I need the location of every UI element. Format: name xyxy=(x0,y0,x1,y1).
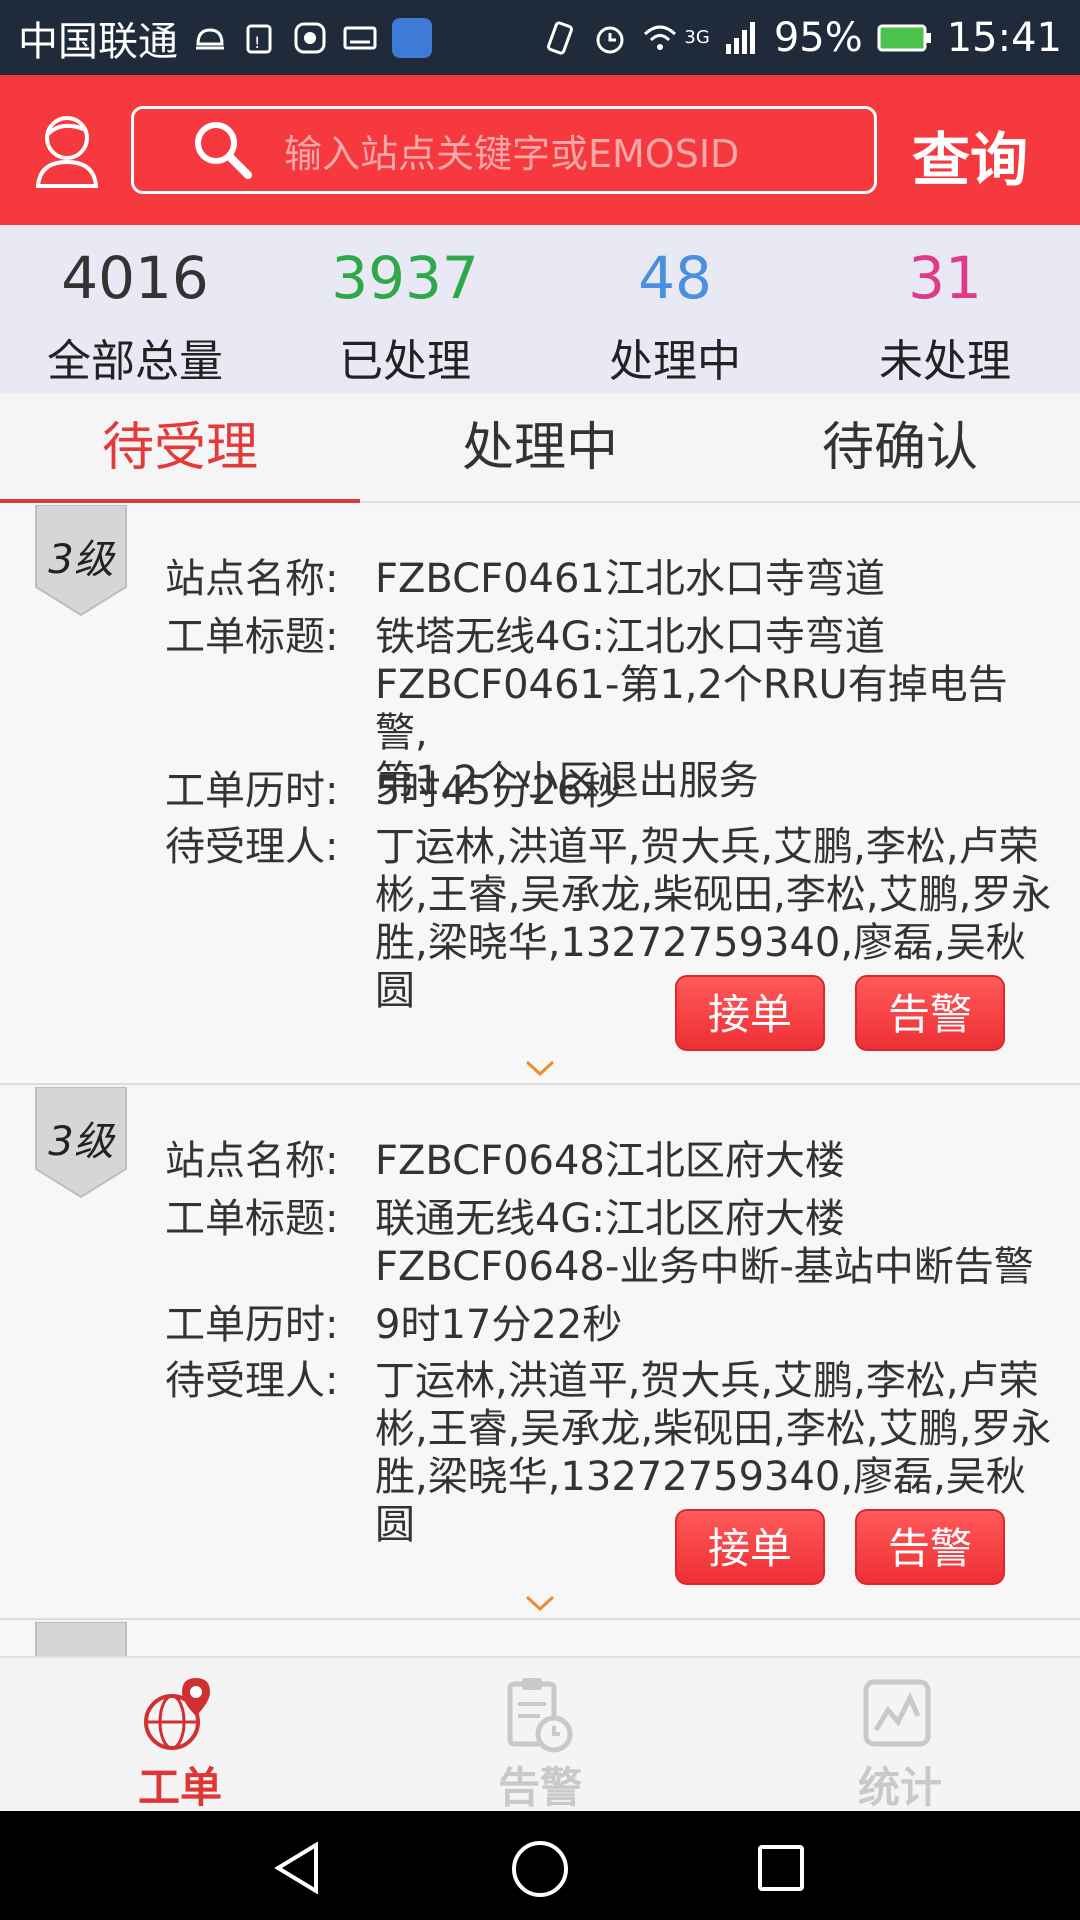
site-key: 站点名称: xyxy=(165,1138,339,1184)
duration-key: 工单历时: xyxy=(165,768,339,814)
tab-bar: 待受理 处理中 待确认 xyxy=(0,393,1080,503)
globe-location-icon xyxy=(144,1678,210,1750)
site-row: 站点名称: FZBCF0461江北水口寺弯道 xyxy=(165,555,1065,603)
stat-processing[interactable]: 48 处理中 xyxy=(540,225,810,393)
duration-key: 工单历时: xyxy=(165,1302,339,1348)
level-badge: 3级 xyxy=(34,1087,128,1199)
nav-label: 告警 xyxy=(497,1763,582,1812)
duration-value: 9时17分22秒 xyxy=(375,1302,623,1348)
work-order-card[interactable]: 3级 xyxy=(0,1622,1080,1657)
stats-summary: 4016 全部总量 3937 已处理 48 处理中 31 未处理 xyxy=(0,225,1080,393)
level-badge: 3级 xyxy=(34,505,128,617)
signal-icon xyxy=(725,21,755,54)
battery-percent: 95% xyxy=(773,14,863,61)
tab-pending-confirm[interactable]: 待确认 xyxy=(720,393,1080,501)
android-icon xyxy=(196,27,224,49)
nav-alarms[interactable]: 告警 xyxy=(360,1658,720,1812)
query-button[interactable]: 查询 xyxy=(912,113,1028,197)
title-line: 铁塔无线4G:江北水口寺弯道 xyxy=(375,614,885,660)
search-icon xyxy=(195,122,252,179)
nav-label: 统计 xyxy=(857,1763,942,1812)
duration-row: 工单历时: 9时17分22秒 xyxy=(165,1301,1065,1349)
wifi-icon xyxy=(644,25,677,50)
huawei-icon xyxy=(294,22,326,53)
site-key: 站点名称: xyxy=(165,556,339,602)
assignee-key: 待受理人: xyxy=(165,824,339,870)
tab-pending-accept[interactable]: 待受理 xyxy=(0,393,360,503)
site-row: 站点名称: FZBCF0648江北区府大楼 xyxy=(165,1137,1065,1185)
title-row: 工单标题: 联通无线4G:江北区府大楼 FZBCF0648-业务中断-基站中断告… xyxy=(165,1195,1065,1291)
status-bar: 中国联通 ! 3G 95% 15:41 xyxy=(0,0,1080,75)
assignee-key: 待受理人: xyxy=(165,1358,339,1404)
app-header: 输入站点关键字或EMOSID 查询 xyxy=(0,75,1080,225)
title-key: 工单标题: xyxy=(165,1196,339,1242)
stat-label: 未处理 xyxy=(879,336,1011,387)
title-line: FZBCF0461-第1,2个RRU有掉电告警, xyxy=(375,662,1008,756)
warning-icon: ! xyxy=(246,24,272,53)
work-order-card[interactable]: 3级 站点名称: FZBCF0461江北水口寺弯道 工单标题: 铁塔无线4G:江… xyxy=(0,505,1080,1085)
nav-work-orders[interactable]: 工单 xyxy=(0,1658,360,1812)
clipboard-clock-icon xyxy=(507,1678,573,1753)
site-value: FZBCF0648江北区府大楼 xyxy=(375,1138,845,1184)
chart-icon xyxy=(863,1679,931,1747)
alarm-button[interactable]: 告警 xyxy=(855,975,1005,1051)
stat-value: 48 xyxy=(638,244,712,312)
system-nav-bar xyxy=(0,1811,1080,1920)
assignee-line: 丁运林,洪道平,贺大兵,艾鹏,李松,卢荣 xyxy=(375,1358,1039,1404)
stat-value: 4016 xyxy=(61,244,209,312)
wifi-badge-icon xyxy=(392,17,432,58)
carrier-name: 中国联通 xyxy=(18,18,178,65)
alarm-icon xyxy=(596,26,624,53)
stat-total[interactable]: 4016 全部总量 xyxy=(0,225,270,393)
bottom-nav: 工单 告警 统计 xyxy=(0,1656,1080,1812)
keyboard-icon xyxy=(343,26,377,49)
stat-label: 全部总量 xyxy=(47,336,223,387)
duration-row: 工单历时: 5时45分26秒 xyxy=(165,767,1065,815)
network-type: 3G xyxy=(684,27,710,48)
stat-unprocessed[interactable]: 31 未处理 xyxy=(810,225,1080,393)
stat-value: 3937 xyxy=(331,244,479,312)
stat-label: 已处理 xyxy=(339,336,471,387)
tab-processing[interactable]: 处理中 xyxy=(360,393,720,501)
stat-processed[interactable]: 3937 已处理 xyxy=(270,225,540,393)
stat-label: 处理中 xyxy=(609,336,741,387)
chevron-down-icon[interactable] xyxy=(525,1060,555,1078)
title-line: FZBCF0648-业务中断-基站中断告警 xyxy=(375,1244,1034,1290)
duration-value: 5时45分26秒 xyxy=(375,768,623,814)
clock: 15:41 xyxy=(946,14,1062,61)
title-line: 联通无线4G:江北区府大楼 xyxy=(375,1196,845,1242)
level-text: 3级 xyxy=(48,537,114,583)
stat-value: 31 xyxy=(908,244,982,312)
vibrate-icon xyxy=(547,20,574,55)
svg-text:!: ! xyxy=(254,33,260,52)
search-input[interactable]: 输入站点关键字或EMOSID xyxy=(284,123,739,178)
assignee-line: 彬,王睿,吴承龙,柴砚田,李松,艾鹏,罗永 xyxy=(375,872,1052,918)
user-avatar-icon[interactable] xyxy=(32,110,102,190)
battery-icon xyxy=(877,24,931,51)
site-value: FZBCF0461江北水口寺弯道 xyxy=(375,556,885,602)
alarm-button[interactable]: 告警 xyxy=(855,1509,1005,1585)
work-order-list[interactable]: 3级 站点名称: FZBCF0461江北水口寺弯道 工单标题: 铁塔无线4G:江… xyxy=(0,505,1080,1657)
work-order-card[interactable]: 3级 站点名称: FZBCF0648江北区府大楼 工单标题: 联通无线4G:江北… xyxy=(0,1087,1080,1620)
assignee-line: 丁运林,洪道平,贺大兵,艾鹏,李松,卢荣 xyxy=(375,824,1039,870)
back-icon[interactable] xyxy=(272,1841,322,1895)
home-icon[interactable] xyxy=(510,1839,570,1899)
level-badge: 3级 xyxy=(34,1622,128,1657)
level-text: 3级 xyxy=(48,1119,114,1165)
nav-statistics[interactable]: 统计 xyxy=(720,1658,1080,1812)
assignee-line: 彬,王睿,吴承龙,柴砚田,李松,艾鹏,罗永 xyxy=(375,1406,1052,1452)
recents-icon[interactable] xyxy=(756,1843,806,1893)
title-value: 联通无线4G:江北区府大楼 FZBCF0648-业务中断-基站中断告警 xyxy=(375,1195,1055,1291)
accept-button[interactable]: 接单 xyxy=(675,1509,825,1585)
accept-button[interactable]: 接单 xyxy=(675,975,825,1051)
chevron-down-icon[interactable] xyxy=(525,1595,555,1613)
nav-label: 工单 xyxy=(137,1763,222,1812)
search-box[interactable]: 输入站点关键字或EMOSID xyxy=(131,106,877,194)
